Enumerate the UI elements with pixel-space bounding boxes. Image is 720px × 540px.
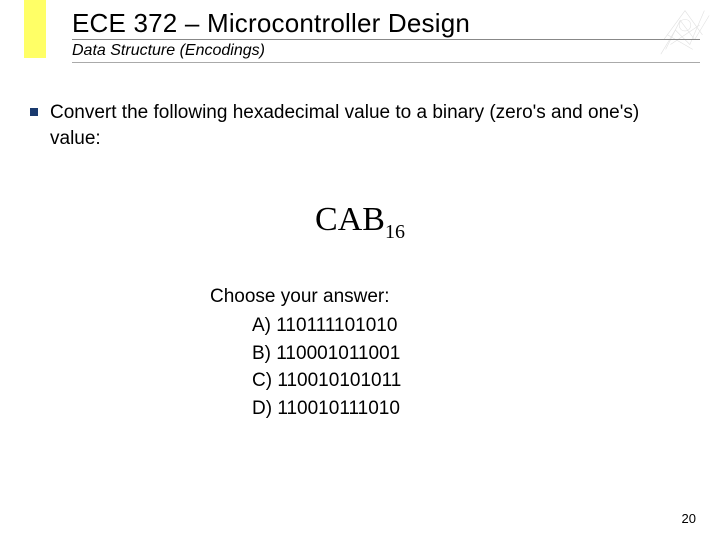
hex-main: CAB bbox=[315, 201, 385, 238]
accent-bar bbox=[24, 0, 46, 58]
answer-option-a: A) 110111101010 bbox=[252, 312, 690, 340]
question-row: Convert the following hexadecimal value … bbox=[30, 100, 690, 151]
answer-option-b: B) 110001011001 bbox=[252, 340, 690, 368]
question-text: Convert the following hexadecimal value … bbox=[50, 100, 690, 151]
slide-number: 20 bbox=[682, 511, 696, 526]
answer-list: A) 110111101010 B) 110001011001 C) 11001… bbox=[252, 312, 690, 422]
slide-subtitle: Data Structure (Encodings) bbox=[72, 42, 700, 60]
slide-header: ECE 372 – Microcontroller Design Data St… bbox=[72, 8, 700, 63]
hex-value: CAB16 bbox=[30, 201, 690, 244]
answer-block: Choose your answer: A) 110111101010 B) 1… bbox=[210, 286, 690, 422]
hex-subscript: 16 bbox=[385, 221, 405, 243]
answer-prompt: Choose your answer: bbox=[210, 286, 690, 308]
answer-option-d: D) 110010111010 bbox=[252, 395, 690, 423]
answer-option-c: C) 110010101011 bbox=[252, 367, 690, 395]
slide-body: Convert the following hexadecimal value … bbox=[30, 100, 690, 422]
slide-title: ECE 372 – Microcontroller Design bbox=[72, 8, 700, 39]
bullet-icon bbox=[30, 108, 38, 116]
